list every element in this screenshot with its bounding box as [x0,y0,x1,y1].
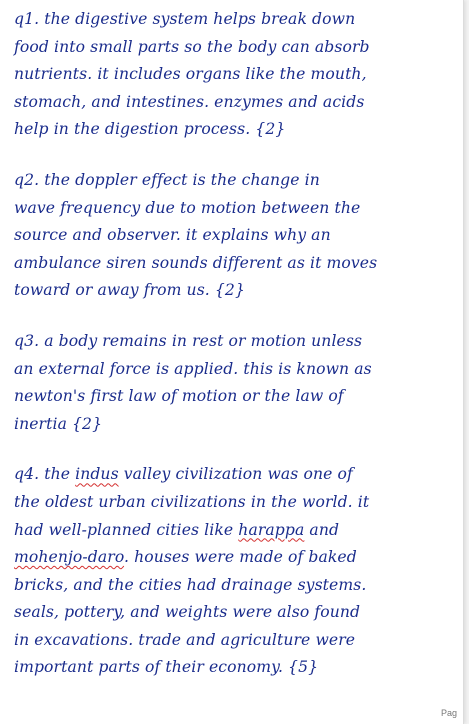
text-line: important parts of their economy. {5} [14,654,459,682]
text-segment: . houses were made of baked [124,548,357,567]
text-line: had well-planned cities like harappa and [14,517,459,545]
text-line: inertia {2} [14,411,459,439]
answer-paragraph: q2. the doppler effect is the change in w… [14,167,459,305]
text-line: q2. the doppler effect is the change in [14,167,459,195]
document-body: q1. the digestive system helps break dow… [14,6,459,705]
text-segment: had well-planned cities like [14,520,239,539]
text-line: q3. a body remains in rest or motion unl… [14,328,459,356]
text-segment: q2. the doppler effect is the change in [14,170,320,189]
text-segment: q4. the [14,465,76,484]
text-segment: seals, pottery, and weights were also fo… [14,603,361,622]
text-line: the oldest urban civilizations in the wo… [14,489,459,517]
text-line: q1. the digestive system helps break dow… [14,6,459,34]
text-segment: wave frequency due to motion between the [14,198,361,217]
text-line: an external force is applied. this is kn… [14,356,459,384]
text-segment: important parts of their economy. {5} [14,658,319,677]
text-segment: nutrients. it includes organs like the m… [14,65,367,84]
text-segment: food into small parts so the body can ab… [14,37,370,56]
text-line: q4. the indus valley civilization was on… [14,461,459,489]
text-segment: newton's first law of motion or the law … [14,387,344,406]
text-line: newton's first law of motion or the law … [14,383,459,411]
text-line: nutrients. it includes organs like the m… [14,61,459,89]
text-segment: bricks, and the cities had drainage syst… [14,575,367,594]
text-line: mohenjo-daro. houses were made of baked [14,544,459,572]
page-number-label: Pag [440,708,457,718]
text-segment: toward or away from us. {2} [14,281,245,300]
document-page: q1. the digestive system helps break dow… [0,0,464,724]
text-line: stomach, and intestines. enzymes and aci… [14,89,459,117]
answer-paragraph: q3. a body remains in rest or motion unl… [14,328,459,438]
text-line: food into small parts so the body can ab… [14,34,459,62]
text-segment: q3. a body remains in rest or motion unl… [14,331,363,350]
text-line: source and observer. it explains why an [14,222,459,250]
text-segment: inertia {2} [14,414,103,433]
text-segment: ambulance siren sounds different as it m… [14,253,378,272]
text-segment: stomach, and intestines. enzymes and aci… [14,92,365,111]
text-segment: valley civilization was one of [118,465,353,484]
text-segment: q1. the digestive system helps break dow… [14,10,356,28]
text-line: wave frequency due to motion between the [14,195,459,223]
text-line: ambulance siren sounds different as it m… [14,250,459,278]
misspelled-word: indus [75,465,119,484]
text-segment: an external force is applied. this is kn… [14,359,372,378]
misspelled-word: mohenjo-daro [14,548,125,567]
text-segment: and [304,520,340,539]
answer-paragraph: q4. the indus valley civilization was on… [14,461,459,682]
text-segment: in excavations. trade and agriculture we… [14,630,356,649]
text-line: in excavations. trade and agriculture we… [14,627,459,655]
text-line: seals, pottery, and weights were also fo… [14,599,459,627]
text-segment: source and observer. it explains why an [14,226,331,245]
text-line: toward or away from us. {2} [14,277,459,305]
text-line: bricks, and the cities had drainage syst… [14,572,459,600]
misspelled-word: harappa [238,520,305,539]
text-line: help in the digestion process. {2} [14,116,459,144]
text-segment: help in the digestion process. {2} [14,120,286,139]
text-segment: the oldest urban civilizations in the wo… [14,492,370,511]
answer-paragraph: q1. the digestive system helps break dow… [14,6,459,144]
